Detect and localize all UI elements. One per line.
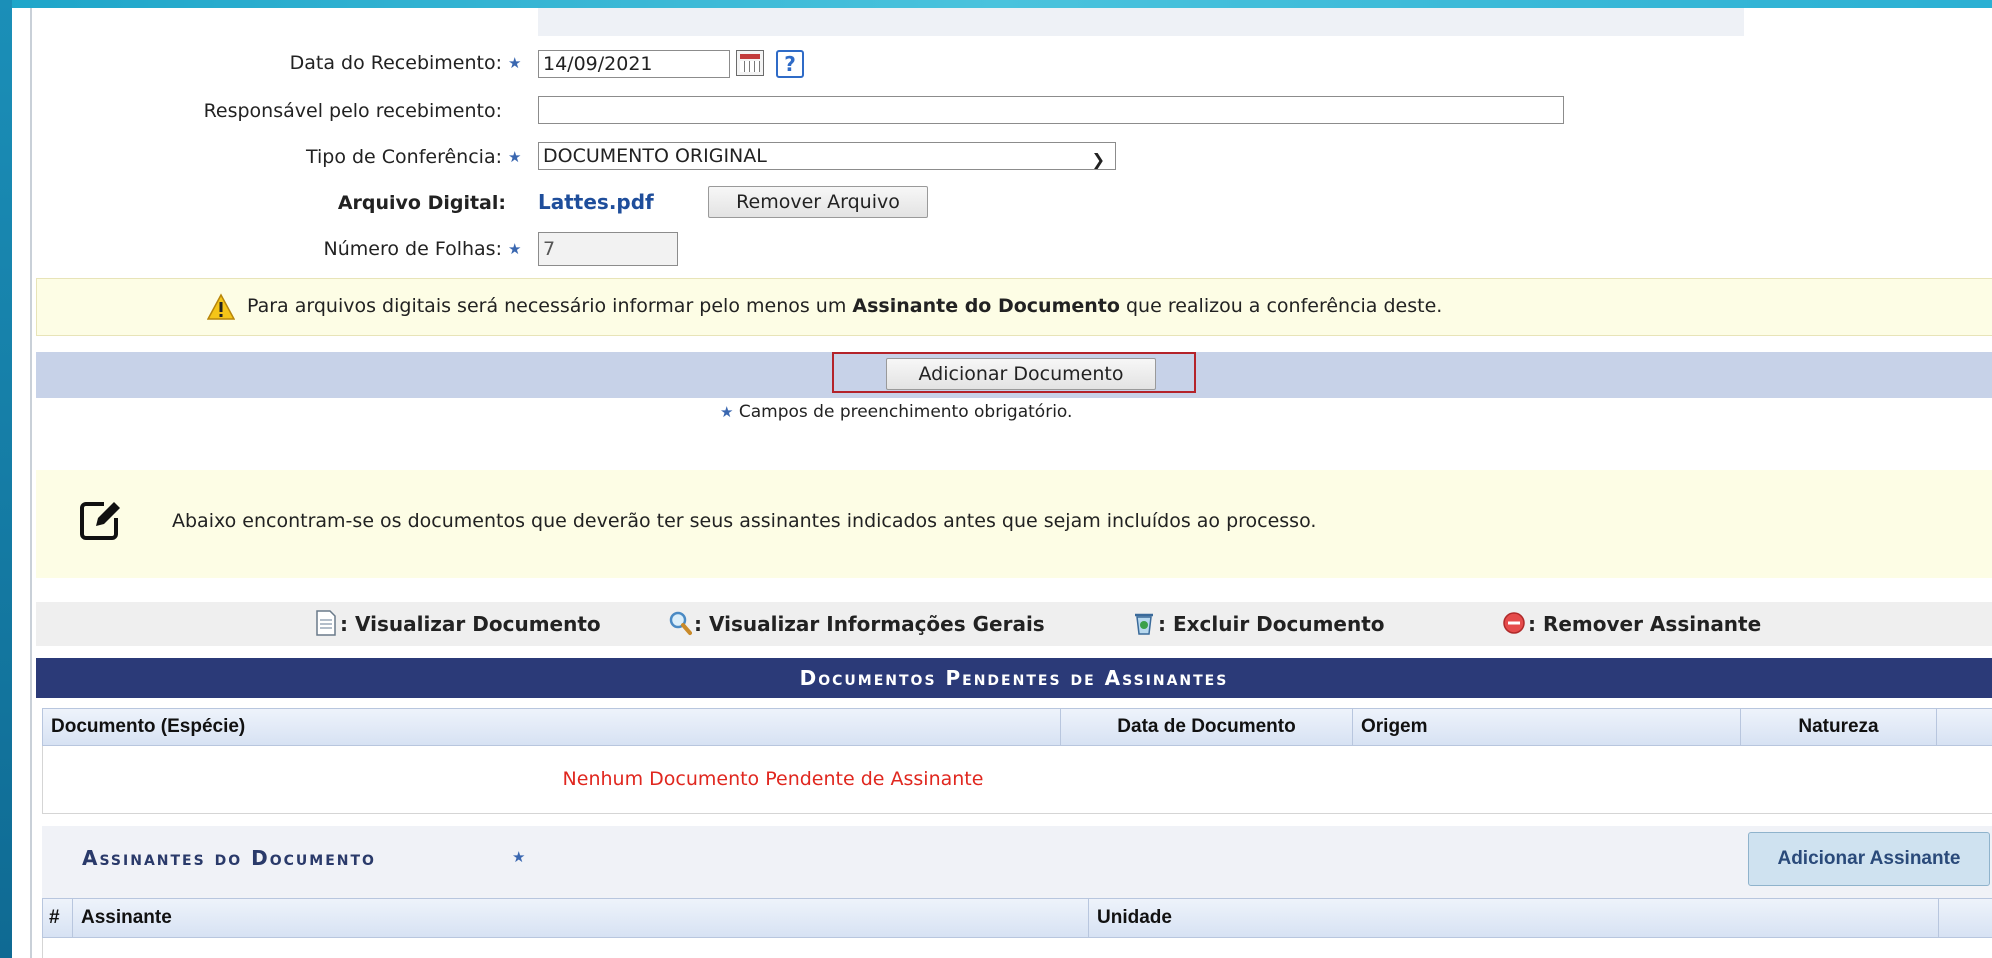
legend-delete-document: : Excluir Documento: [1158, 612, 1385, 636]
top-header-band: [538, 8, 1744, 36]
col-documento: Documento (Espécie): [43, 709, 1061, 745]
window-left-strip: [0, 0, 12, 958]
required-star: ★: [720, 403, 734, 421]
warning-box: Para arquivos digitais será necessário i…: [36, 278, 1992, 336]
info-text: Abaixo encontram-se os documentos que de…: [172, 510, 1317, 532]
highlight-box: [832, 352, 1196, 393]
empty-message: Nenhum Documento Pendente de Assinante: [562, 768, 984, 790]
col-natureza: Natureza: [1741, 709, 1937, 745]
required-star: ★: [512, 848, 526, 866]
file-link[interactable]: Lattes.pdf: [538, 190, 654, 214]
remove-circle-icon: [1503, 612, 1525, 634]
required-note: ★ Campos de preenchimento obrigatório.: [720, 402, 1072, 422]
signers-section-header: Assinantes do Documento ★: [42, 826, 1992, 898]
responsible-input[interactable]: [538, 96, 1564, 124]
chevron-down-icon: ❯: [1091, 150, 1105, 169]
warning-icon: [207, 293, 235, 320]
signers-title: Assinantes do Documento: [82, 846, 376, 870]
warning-text-before: Para arquivos digitais será necessário i…: [247, 295, 847, 317]
required-star: ★: [508, 54, 522, 72]
required-note-text: Campos de preenchimento obrigatório.: [738, 402, 1073, 422]
pending-table-empty-row: Nenhum Documento Pendente de Assinante: [42, 746, 1992, 814]
legend-view-info: : Visualizar Informações Gerais: [694, 612, 1045, 636]
legend-view-document: : Visualizar Documento: [340, 612, 601, 636]
responsible-label: Responsável pelo recebimento:: [203, 100, 502, 122]
required-star: ★: [508, 240, 522, 258]
signers-table-header: # Assinante Unidade: [42, 898, 1992, 938]
icon-legend: : Visualizar Documento : Visualizar Info…: [36, 602, 1992, 646]
col-origem: Origem: [1353, 709, 1741, 745]
pages-input[interactable]: 7: [538, 232, 678, 266]
date-label: Data do Recebimento:: [289, 52, 502, 74]
info-box: Abaixo encontram-se os documentos que de…: [36, 470, 1992, 578]
pending-table-header: Documento (Espécie) Data de Documento Or…: [42, 708, 1992, 746]
warning-text-after: que realizou a conferência deste.: [1125, 295, 1443, 317]
col-unidade: Unidade: [1089, 899, 1939, 937]
pages-label: Número de Folhas:: [323, 238, 502, 260]
add-signer-button[interactable]: Adicionar Assinante: [1748, 832, 1990, 886]
calendar-icon[interactable]: [736, 50, 764, 76]
col-data-documento: Data de Documento: [1061, 709, 1353, 745]
pending-table-title: Documentos Pendentes de Assinantes: [36, 658, 1992, 698]
col-number: #: [43, 899, 73, 937]
conference-select[interactable]: DOCUMENTO ORIGINAL ❯: [538, 142, 1116, 170]
file-label: Arquivo Digital:: [337, 192, 506, 214]
warning-text: Para arquivos digitais será necessário i…: [247, 295, 1442, 317]
legend-remove-signer: : Remover Assinante: [1528, 612, 1762, 636]
conference-selected-value: DOCUMENTO ORIGINAL: [543, 145, 767, 167]
required-star: ★: [508, 148, 522, 166]
col-assinante: Assinante: [73, 899, 1089, 937]
help-icon[interactable]: ?: [776, 50, 804, 78]
magnifier-icon: [669, 611, 692, 635]
trash-icon: [1135, 613, 1153, 635]
conference-label: Tipo de Conferência:: [305, 146, 502, 168]
document-icon: [316, 610, 336, 636]
remove-file-button[interactable]: Remover Arquivo: [708, 186, 928, 218]
warning-text-bold: Assinante do Documento: [852, 295, 1120, 317]
signers-table-body: [42, 938, 1992, 958]
date-input[interactable]: 14/09/2021: [538, 50, 730, 78]
edit-icon: [80, 502, 120, 540]
